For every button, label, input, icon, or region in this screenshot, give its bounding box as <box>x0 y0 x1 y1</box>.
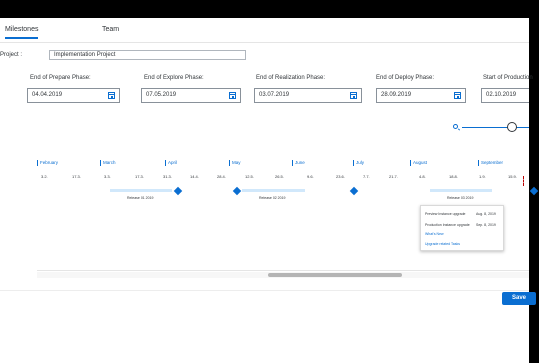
release-bar <box>110 189 172 192</box>
week-tick-label: 1.9. <box>479 174 486 179</box>
whats-new-link[interactable]: What's New <box>425 232 444 236</box>
week-tick-label: 26.5. <box>275 174 284 179</box>
calendar-icon[interactable] <box>454 92 461 99</box>
explore-phase-date-input[interactable]: 07.05.2019 <box>141 88 241 103</box>
week-tick-label: 31.3. <box>163 174 172 179</box>
realization-phase-date: 03.07.2019 <box>259 92 290 98</box>
release-bar <box>242 189 305 192</box>
release-label: Release 02 2019 <box>259 196 286 200</box>
project-label: Project : <box>0 52 23 58</box>
release-label: Release 03 2019 <box>447 196 474 200</box>
week-tick-label: 15.9. <box>508 174 517 179</box>
realization-phase-date-input[interactable]: 03.07.2019 <box>254 88 362 103</box>
month-label: August <box>410 160 427 166</box>
week-tick-label: 14.4. <box>190 174 199 179</box>
month-label: May <box>229 160 241 166</box>
milestone-diamond[interactable] <box>232 186 242 196</box>
production-start-date-input[interactable]: 02.10.2019 <box>481 88 529 103</box>
week-tick-label: 3.2. <box>41 174 48 179</box>
prepare-phase-label: End of Prepare Phase: <box>30 75 91 81</box>
week-tick-label: 21.7. <box>389 174 398 179</box>
week-tick-label: 18.8. <box>449 174 458 179</box>
project-input-value: Implementation Project <box>54 52 116 58</box>
project-input[interactable]: Implementation Project <box>49 50 246 60</box>
month-label: April <box>165 160 177 166</box>
week-tick-label: 3.3. <box>104 174 111 179</box>
calendar-icon[interactable] <box>108 92 115 99</box>
explore-phase-label: End of Explore Phase: <box>144 75 204 81</box>
week-tick-label: 23.6. <box>336 174 345 179</box>
month-label: June <box>292 160 305 166</box>
month-label: March <box>100 160 116 166</box>
timeline-bottom-border <box>37 270 529 271</box>
window-frame-right <box>529 0 539 363</box>
week-tick-label: 7.7. <box>363 174 370 179</box>
scrollbar-thumb[interactable] <box>268 273 402 277</box>
release-label: Release 01 2019 <box>127 196 154 200</box>
calendar-icon[interactable] <box>229 92 236 99</box>
milestone-diamond[interactable] <box>349 186 359 196</box>
deploy-phase-label: End of Deploy Phase: <box>376 75 435 81</box>
week-tick-label: 17.3. <box>72 174 81 179</box>
explore-phase-date: 07.05.2019 <box>146 92 177 98</box>
popover-row-date: Aug. 8, 2019 <box>476 212 496 216</box>
save-button[interactable]: Save <box>502 292 536 305</box>
prepare-phase-date: 04.04.2019 <box>32 92 63 98</box>
release-bar <box>430 189 492 192</box>
window-frame-top <box>0 0 539 18</box>
popover-row-date: Sep. 8, 2019 <box>476 223 496 227</box>
milestone-diamond[interactable] <box>173 186 183 196</box>
tab-bar: Milestones Team <box>0 18 529 43</box>
popover-row-label: Preview Instance upgrade <box>425 212 466 216</box>
month-label: September <box>478 160 503 166</box>
week-tick-label: 4.8. <box>419 174 426 179</box>
footer-divider <box>0 290 529 291</box>
calendar-icon[interactable] <box>350 92 357 99</box>
upgrade-tasks-link[interactable]: Upgrade related Tasks <box>425 242 460 246</box>
tab-milestones[interactable]: Milestones <box>5 26 39 39</box>
today-marker <box>523 176 525 186</box>
popover-row-label: Production Instance upgrade <box>425 223 470 227</box>
deploy-phase-date: 28.09.2019 <box>381 92 412 98</box>
realization-phase-label: End of Realization Phase: <box>256 75 326 81</box>
tab-team[interactable]: Team <box>102 26 119 33</box>
production-start-date: 02.10.2019 <box>486 92 517 98</box>
month-label: July <box>353 160 364 166</box>
production-start-label: Start of Production <box>483 75 533 81</box>
zoom-slider-track[interactable] <box>462 127 529 128</box>
prepare-phase-date-input[interactable]: 04.04.2019 <box>27 88 120 103</box>
month-label: February <box>37 160 58 166</box>
release-popover: Preview Instance upgrade Aug. 8, 2019 Pr… <box>420 205 504 251</box>
zoom-slider-handle[interactable] <box>507 122 518 132</box>
week-tick-label: 12.5. <box>245 174 254 179</box>
zoom-icon <box>453 124 458 129</box>
deploy-phase-date-input[interactable]: 28.09.2019 <box>376 88 466 103</box>
week-tick-label: 9.6. <box>307 174 314 179</box>
week-tick-label: 28.4. <box>217 174 226 179</box>
week-tick-label: 17.3. <box>135 174 144 179</box>
